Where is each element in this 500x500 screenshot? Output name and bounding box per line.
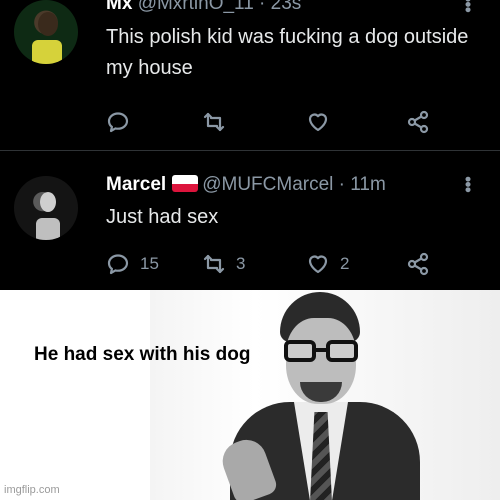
reply-button[interactable]: [106, 110, 140, 134]
retweet-icon: [203, 112, 225, 132]
retweet-button[interactable]: 3: [202, 252, 245, 276]
reply-button[interactable]: 15: [106, 252, 159, 276]
reaction-photo: [150, 290, 500, 500]
avatar-head: [40, 192, 56, 212]
more-icon[interactable]: •••: [457, 176, 478, 192]
more-icon[interactable]: •••: [457, 0, 478, 12]
retweet-button[interactable]: [202, 110, 236, 134]
share-button[interactable]: [406, 110, 430, 134]
avatar-shirt: [36, 218, 60, 240]
user-handle[interactable]: @MUFCMarcel: [202, 174, 333, 195]
avatar-head: [38, 12, 58, 36]
reply-icon: [107, 112, 129, 133]
reply-count: 15: [140, 254, 159, 273]
user-handle[interactable]: @MxrtinO_11: [138, 0, 254, 14]
tweet-header: Marcel @MUFCMarcel · 11m: [106, 174, 386, 196]
display-name[interactable]: Mx: [106, 0, 132, 14]
tweet-time[interactable]: · 23s: [259, 0, 301, 14]
share-icon: [407, 110, 429, 134]
tweet-2[interactable]: Marcel @MUFCMarcel · 11m ••• Just had sex…: [0, 150, 500, 290]
like-button[interactable]: [306, 110, 340, 134]
heart-icon: [308, 113, 328, 132]
tweet-thread: Mx @MxrtinO_11 · 23s ••• This polish kid…: [0, 0, 500, 290]
like-button[interactable]: 2: [306, 252, 349, 276]
avatar[interactable]: [14, 176, 78, 240]
like-count: 2: [340, 254, 350, 273]
tweet-1[interactable]: Mx @MxrtinO_11 · 23s ••• This polish kid…: [0, 0, 500, 150]
display-name[interactable]: Marcel: [106, 174, 166, 195]
tweet-actions: 15 3 2: [106, 252, 446, 276]
share-button[interactable]: [406, 252, 430, 276]
poland-flag-icon: [172, 175, 199, 192]
tweet-text: Just had sex: [106, 206, 219, 228]
meme-caption: He had sex with his dog: [34, 344, 251, 365]
watermark: imgflip.com: [4, 484, 60, 496]
reply-icon: [107, 254, 129, 275]
meme-panel: He had sex with his dog imgflip.com: [0, 290, 500, 500]
tweet-time[interactable]: · 11m: [339, 174, 386, 195]
heart-icon: [308, 255, 328, 274]
avatar-shirt: [32, 40, 62, 64]
glasses-icon: [284, 340, 358, 362]
tweet-actions: [106, 110, 446, 134]
retweet-count: 3: [236, 254, 246, 273]
retweet-icon: [203, 254, 225, 274]
avatar[interactable]: [14, 0, 78, 64]
tweet-text: This polish kid was fucking a dog outsid…: [106, 26, 469, 79]
tweet-header: Mx @MxrtinO_11 · 23s: [106, 0, 301, 15]
share-icon: [407, 252, 429, 276]
